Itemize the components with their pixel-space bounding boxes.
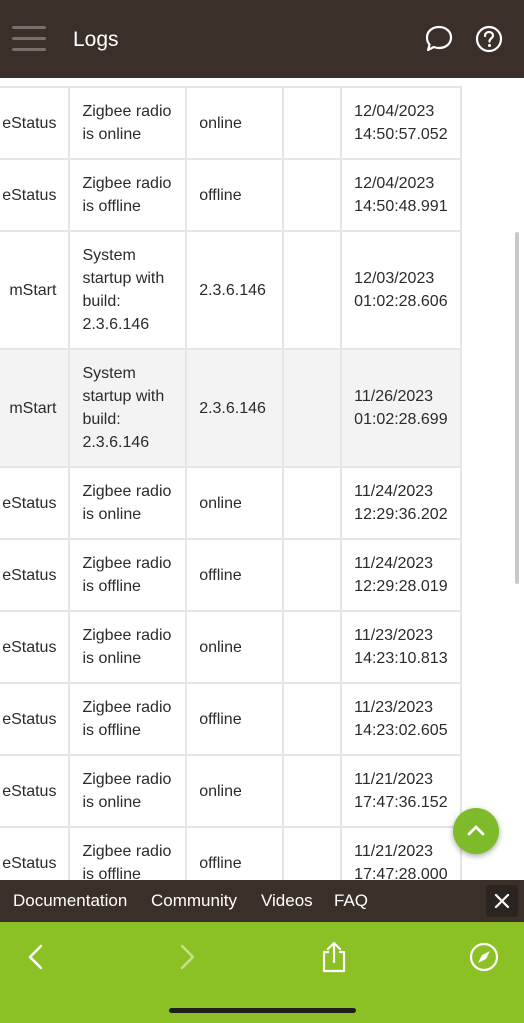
log-extra-cell <box>281 682 343 756</box>
log-value-cell: online <box>185 86 284 160</box>
scroll-to-top-button[interactable] <box>453 808 499 854</box>
table-row: eStatus Zigbee radio is offline offline 11/2… <box>0 682 462 756</box>
log-description-cell: Zigbee radio is offline <box>68 158 188 232</box>
table-row: eStatus Zigbee radio is online online 12/04/… <box>0 86 462 160</box>
log-time-cell: 11/21/2023 17:47:36.152 <box>340 754 462 828</box>
app-header: Logs <box>0 0 524 78</box>
log-value-cell: online <box>185 754 284 828</box>
log-extra-cell <box>281 158 343 232</box>
log-value-cell: 2.3.6.146 <box>185 348 284 468</box>
page-title: Logs <box>73 28 119 51</box>
log-value-cell: online <box>185 466 284 540</box>
log-description-cell: System startup with build: 2.3.6.146 <box>68 348 188 468</box>
share-icon <box>322 941 346 973</box>
back-button[interactable] <box>20 940 54 974</box>
table-row: eStatus Zigbee radio is offline offline 11/2… <box>0 826 462 880</box>
log-name-cell: eStatus <box>0 610 71 684</box>
arrow-left-icon <box>28 944 43 970</box>
footer-link-bar: Documentation Community Videos FAQ <box>0 880 524 922</box>
table-row: mStart System startup with build: 2.3.6.146 2… <box>0 230 462 350</box>
log-name-cell: eStatus <box>0 466 71 540</box>
log-name-cell: eStatus <box>0 826 71 880</box>
documentation-link[interactable]: Documentation <box>13 891 127 911</box>
log-value-cell: online <box>185 610 284 684</box>
hamburger-icon[interactable] <box>12 24 48 54</box>
log-time-cell: 12/03/2023 01:02:28.606 <box>340 230 462 350</box>
community-link[interactable]: Community <box>151 891 237 911</box>
help-icon[interactable] <box>474 24 504 54</box>
log-time-cell: 12/04/2023 14:50:48.991 <box>340 158 462 232</box>
close-footer-button[interactable] <box>486 885 518 917</box>
log-time-cell: 11/21/2023 17:47:28.000 <box>340 826 462 880</box>
logs-content[interactable]: eStatus Zigbee radio is online online 12/04/… <box>0 78 524 880</box>
log-description-cell: Zigbee radio is offline <box>68 826 188 880</box>
log-time-cell: 11/24/2023 12:29:36.202 <box>340 466 462 540</box>
log-name-cell: eStatus <box>0 86 71 160</box>
log-description-cell: Zigbee radio is online <box>68 610 188 684</box>
forward-button[interactable] <box>170 940 204 974</box>
log-name-cell: eStatus <box>0 754 71 828</box>
chat-bubble-icon[interactable] <box>424 24 454 54</box>
log-time-cell: 11/23/2023 14:23:10.813 <box>340 610 462 684</box>
log-description-cell: Zigbee radio is online <box>68 86 188 160</box>
log-extra-cell <box>281 86 343 160</box>
compass-button[interactable] <box>467 940 501 974</box>
log-value-cell: offline <box>185 682 284 756</box>
log-time-cell: 12/04/2023 14:50:57.052 <box>340 86 462 160</box>
share-button[interactable] <box>317 940 351 974</box>
faq-link[interactable]: FAQ <box>334 891 368 911</box>
table-row: eStatus Zigbee radio is offline offline 11/2… <box>0 538 462 612</box>
chevron-up-icon <box>467 825 485 836</box>
log-description-cell: System startup with build: 2.3.6.146 <box>68 230 188 350</box>
log-value-cell: offline <box>185 538 284 612</box>
table-row: eStatus Zigbee radio is online online 11/21/… <box>0 754 462 828</box>
logs-table: eStatus Zigbee radio is online online 12/04/… <box>0 86 462 880</box>
log-extra-cell <box>281 610 343 684</box>
log-description-cell: Zigbee radio is online <box>68 466 188 540</box>
log-extra-cell <box>281 826 343 880</box>
log-name-cell: mStart <box>0 348 71 468</box>
log-name-cell: eStatus <box>0 538 71 612</box>
table-row: mStart System startup with build: 2.3.6.146 2… <box>0 348 462 468</box>
log-extra-cell <box>281 538 343 612</box>
log-extra-cell <box>281 754 343 828</box>
table-row: eStatus Zigbee radio is offline offline 12/0… <box>0 158 462 232</box>
log-extra-cell <box>281 230 343 350</box>
log-name-cell: mStart <box>0 230 71 350</box>
videos-link[interactable]: Videos <box>261 891 313 911</box>
table-row: eStatus Zigbee radio is online online 11/23/… <box>0 610 462 684</box>
log-time-cell: 11/23/2023 14:23:02.605 <box>340 682 462 756</box>
log-extra-cell <box>281 348 343 468</box>
close-icon <box>494 893 510 909</box>
log-extra-cell <box>281 466 343 540</box>
scrollbar[interactable] <box>515 232 519 584</box>
log-description-cell: Zigbee radio is offline <box>68 538 188 612</box>
log-name-cell: eStatus <box>0 682 71 756</box>
compass-icon <box>469 942 499 972</box>
log-name-cell: eStatus <box>0 158 71 232</box>
home-indicator[interactable] <box>169 1008 356 1013</box>
log-value-cell: offline <box>185 826 284 880</box>
log-value-cell: offline <box>185 158 284 232</box>
log-value-cell: 2.3.6.146 <box>185 230 284 350</box>
log-description-cell: Zigbee radio is offline <box>68 682 188 756</box>
log-time-cell: 11/26/2023 01:02:28.699 <box>340 348 462 468</box>
table-row: eStatus Zigbee radio is online online 11/24/… <box>0 466 462 540</box>
arrow-right-icon <box>180 944 195 970</box>
log-time-cell: 11/24/2023 12:29:28.019 <box>340 538 462 612</box>
log-description-cell: Zigbee radio is online <box>68 754 188 828</box>
